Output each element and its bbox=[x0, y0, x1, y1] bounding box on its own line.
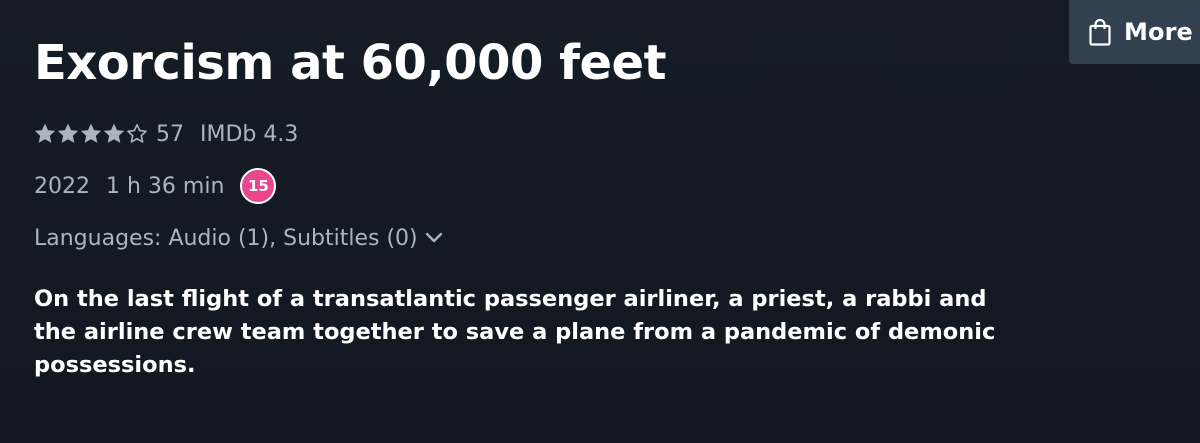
more-label: More bbox=[1124, 18, 1193, 46]
imdb-rating: IMDb 4.3 bbox=[200, 121, 299, 147]
meta-row: 2022 1 h 36 min 15 bbox=[34, 168, 277, 204]
star-filled-icon bbox=[103, 123, 125, 145]
detail-page: More Exorcism at 60,000 feet 57 IMDb 4.3… bbox=[0, 0, 1200, 443]
shopping-bag-icon bbox=[1088, 17, 1112, 47]
runtime: 1 h 36 min bbox=[106, 173, 225, 199]
rating-count: 57 bbox=[156, 121, 184, 147]
rating-row: 57 IMDb 4.3 bbox=[34, 119, 298, 149]
page-title: Exorcism at 60,000 feet bbox=[34, 35, 667, 91]
release-year: 2022 bbox=[34, 173, 90, 199]
more-button[interactable]: More bbox=[1069, 0, 1200, 64]
star-filled-icon bbox=[57, 123, 79, 145]
chevron-down-icon bbox=[424, 228, 444, 248]
languages-label: Languages: Audio (1), Subtitles (0) bbox=[34, 225, 418, 251]
star-filled-icon bbox=[34, 123, 56, 145]
languages-dropdown[interactable]: Languages: Audio (1), Subtitles (0) bbox=[34, 222, 444, 254]
star-filled-icon bbox=[80, 123, 102, 145]
synopsis: On the last flight of a transatlantic pa… bbox=[34, 286, 996, 378]
age-rating-badge: 15 bbox=[240, 168, 277, 204]
star-empty-icon bbox=[126, 123, 148, 145]
star-rating[interactable] bbox=[34, 123, 148, 145]
